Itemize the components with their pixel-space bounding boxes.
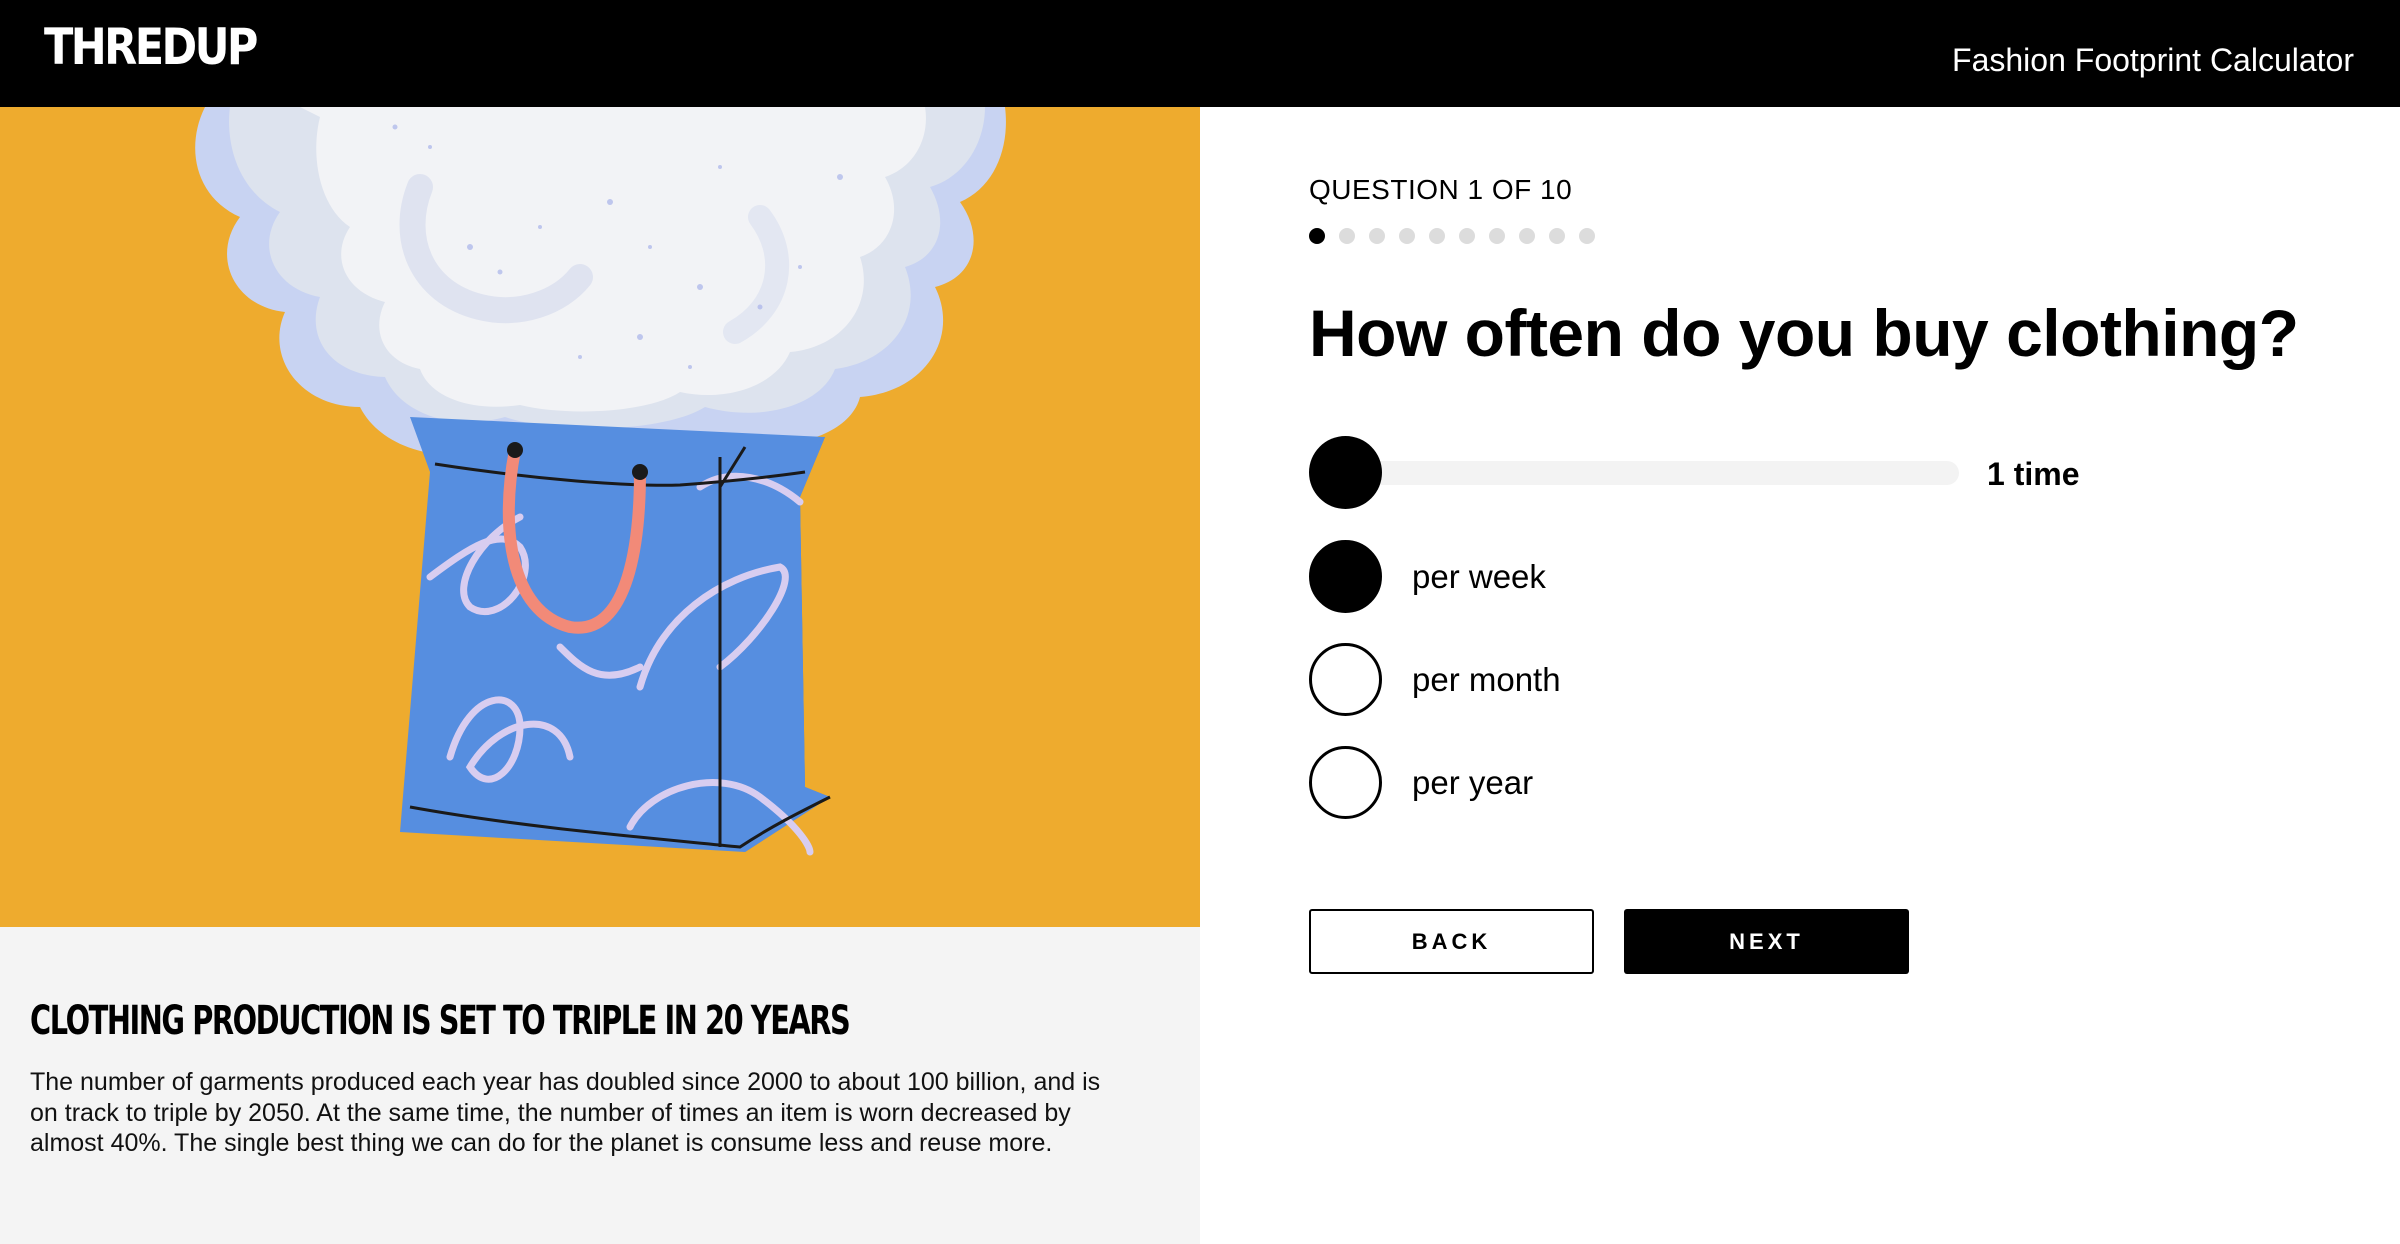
progress-dot [1339,228,1355,244]
option-per-year[interactable]: per year [1309,746,1533,819]
fact-heading: CLOTHING PRODUCTION IS SET TO TRIPLE IN … [30,998,851,1044]
frequency-slider-track[interactable] [1345,461,1959,485]
option-label: per week [1412,558,1546,595]
shopping-bag-with-cloud-illustration [195,107,1006,856]
next-button[interactable]: NEXT [1624,909,1909,974]
progress-dot [1309,228,1325,244]
option-per-month[interactable]: per month [1309,643,1561,716]
question-progress-label: QUESTION 1 OF 10 [1309,174,1573,205]
progress-dot [1519,228,1535,244]
fact-panel: CLOTHING PRODUCTION IS SET TO TRIPLE IN … [0,927,1200,1244]
illustration-panel [0,107,1200,927]
option-per-week[interactable]: per week [1309,540,1546,613]
progress-dots [1309,228,1595,244]
progress-dot [1549,228,1565,244]
option-label: per month [1412,661,1561,698]
progress-dot [1399,228,1415,244]
thredup-logo[interactable]: THREDUP [44,22,258,72]
question-title: How often do you buy clothing? [1309,296,2299,370]
header-title: Fashion Footprint Calculator [1952,42,2354,78]
progress-dot [1579,228,1595,244]
fact-text: The number of garments produced each yea… [30,1068,1101,1157]
progress-dot [1369,228,1385,244]
back-button[interactable]: BACK [1309,909,1594,974]
radio-button[interactable] [1309,643,1382,716]
slider-value-label: 1 time [1987,456,2080,492]
progress-dot [1459,228,1475,244]
progress-dot [1489,228,1505,244]
top-header: THREDUP Fashion Footprint Calculator [0,0,2400,107]
radio-button[interactable] [1309,746,1382,819]
frequency-slider-thumb[interactable] [1309,436,1382,509]
progress-dot [1429,228,1445,244]
option-label: per year [1412,764,1534,801]
radio-button[interactable] [1309,540,1382,613]
